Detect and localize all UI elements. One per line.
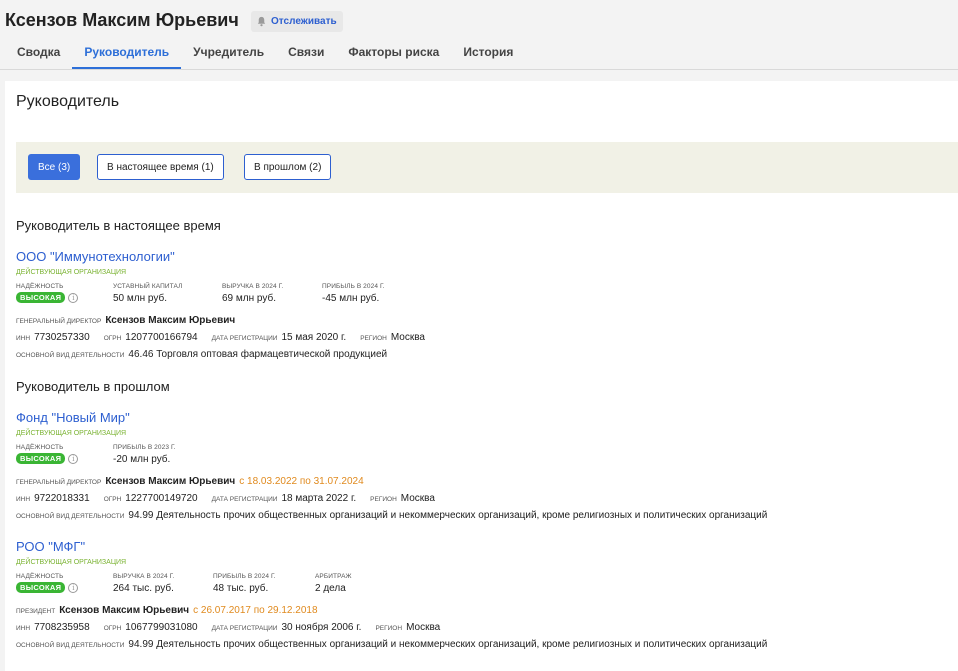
metric: выручка в 2024 г. 264 тыс. руб. xyxy=(113,573,213,597)
metric-value: 69 млн руб. xyxy=(222,293,276,304)
content-card: Руководитель Все (3) В настоящее время (… xyxy=(5,81,958,671)
metric: уставный капитал 50 млн руб. xyxy=(113,283,222,307)
metric-value: 2 дела xyxy=(315,583,346,594)
metric-value: -20 млн руб. xyxy=(113,454,171,465)
reliability-metric: надёжность высокая i xyxy=(16,573,113,597)
activity-value: 94.99 Деятельность прочих общественных о… xyxy=(128,510,768,521)
reliability-badge: высокая xyxy=(16,582,66,593)
metric-label: выручка в 2024 г. xyxy=(113,573,175,580)
activity-row: основной вид деятельности 46.46 Торговля… xyxy=(16,349,388,360)
filter-current-button[interactable]: В настоящее время (1) xyxy=(97,154,224,180)
org-card: Фонд "Новый Мир" действующая организация… xyxy=(16,409,946,521)
page-header: Ксензов Максим Юрьевич Отслеживать Сводк… xyxy=(0,0,958,70)
role-label: президент xyxy=(16,608,56,615)
reliability-badge: высокая xyxy=(16,453,66,464)
tab-bar: Сводка Руководитель Учредитель Связи Фак… xyxy=(5,38,525,69)
metric-value: 264 тыс. руб. xyxy=(113,583,174,594)
role-label: генеральный директор xyxy=(16,479,102,486)
metric: прибыль в 2024 г. 48 тыс. руб. xyxy=(213,573,315,597)
metric-label: уставный капитал xyxy=(113,283,183,290)
org-status: действующая организация xyxy=(16,430,127,437)
director-row: генеральный директор Ксензов Максим Юрье… xyxy=(16,315,946,326)
registry-row: ИНН 9722018331 ОГРН 1227700149720 дата р… xyxy=(16,493,435,504)
metric-value: -45 млн руб. xyxy=(322,293,380,304)
org-name-link[interactable]: Фонд "Новый Мир" xyxy=(16,410,130,425)
activity-value: 46.46 Торговля оптовая фармацевтической … xyxy=(128,349,388,360)
tenure-period: с 18.03.2022 по 31.07.2024 xyxy=(239,476,364,487)
metric-value: 48 тыс. руб. xyxy=(213,583,269,594)
inn-value: 7730257330 xyxy=(34,332,90,343)
activity-value: 94.99 Деятельность прочих общественных о… xyxy=(128,639,768,650)
org-status: действующая организация xyxy=(16,269,127,276)
past-block-title: Руководитель в прошлом xyxy=(16,379,170,394)
org-status: действующая организация xyxy=(16,559,127,566)
reliability-metric: надёжность высокая i xyxy=(16,283,113,307)
inn-value: 7708235958 xyxy=(34,622,90,633)
info-icon[interactable]: i xyxy=(68,453,79,464)
tab-founder[interactable]: Учредитель xyxy=(181,38,276,69)
tab-summary[interactable]: Сводка xyxy=(5,38,72,69)
current-block-title: Руководитель в настоящее время xyxy=(16,218,221,233)
metric: прибыль в 2023 г. -20 млн руб. xyxy=(113,444,222,468)
org-metrics: надёжность высокая i прибыль в 2023 г. -… xyxy=(16,444,946,468)
org-card: РОО "МФГ" действующая организация надёжн… xyxy=(16,538,946,650)
role-label: генеральный директор xyxy=(16,318,102,325)
registry-row: ИНН 7708235958 ОГРН 1067799031080 дата р… xyxy=(16,622,441,633)
metric-value: 50 млн руб. xyxy=(113,293,167,304)
metric-label: надёжность xyxy=(16,573,64,580)
org-name-link[interactable]: РОО "МФГ" xyxy=(16,539,85,554)
metric-label: прибыль в 2023 г. xyxy=(113,444,176,451)
metric-label: прибыль в 2024 г. xyxy=(322,283,385,290)
metric-label: надёжность xyxy=(16,444,64,451)
ogrn-value: 1227700149720 xyxy=(125,493,198,504)
region-value: Москва xyxy=(406,622,441,633)
director-row: президент Ксензов Максим Юрьевич с 26.07… xyxy=(16,605,946,616)
bell-icon xyxy=(257,16,266,27)
director-name: Ксензов Максим Юрьевич xyxy=(105,476,236,487)
tab-links[interactable]: Связи xyxy=(276,38,336,69)
info-icon[interactable]: i xyxy=(68,582,79,593)
metric-label: выручка в 2024 г. xyxy=(222,283,284,290)
reliability-metric: надёжность высокая i xyxy=(16,444,113,468)
filter-all-button[interactable]: Все (3) xyxy=(28,154,81,180)
metric-label: прибыль в 2024 г. xyxy=(213,573,276,580)
follow-button[interactable]: Отслеживать xyxy=(251,11,343,32)
inn-value: 9722018331 xyxy=(34,493,90,504)
metric: прибыль в 2024 г. -45 млн руб. xyxy=(322,283,422,307)
director-name: Ксензов Максим Юрьевич xyxy=(105,315,236,326)
reg-date-value: 15 мая 2020 г. xyxy=(281,332,347,343)
director-name: Ксензов Максим Юрьевич xyxy=(59,605,190,616)
tab-history[interactable]: История xyxy=(451,38,525,69)
org-card: ООО "Иммунотехнологии" действующая орган… xyxy=(16,248,946,360)
reg-date-value: 18 марта 2022 г. xyxy=(281,493,357,504)
person-name: Ксензов Максим Юрьевич xyxy=(5,10,239,30)
org-metrics: надёжность высокая i уставный капитал 50… xyxy=(16,283,946,307)
org-name-link[interactable]: ООО "Иммунотехнологии" xyxy=(16,249,175,264)
region-value: Москва xyxy=(390,332,425,343)
filter-past-button[interactable]: В прошлом (2) xyxy=(244,154,332,180)
metric: выручка в 2024 г. 69 млн руб. xyxy=(222,283,322,307)
registry-row: ИНН 7730257330 ОГРН 1207700166794 дата р… xyxy=(16,332,425,343)
follow-label: Отслеживать xyxy=(271,16,337,27)
section-title: Руководитель xyxy=(16,93,120,110)
ogrn-value: 1207700166794 xyxy=(125,332,198,343)
tab-director[interactable]: Руководитель xyxy=(72,38,182,69)
director-row: генеральный директор Ксензов Максим Юрье… xyxy=(16,476,946,487)
metric: арбитраж 2 дела xyxy=(315,573,415,597)
org-metrics: надёжность высокая i выручка в 2024 г. 2… xyxy=(16,573,946,597)
info-icon[interactable]: i xyxy=(68,292,79,303)
filter-bar: Все (3) В настоящее время (1) В прошлом … xyxy=(16,142,958,193)
activity-row: основной вид деятельности 94.99 Деятельн… xyxy=(16,639,768,650)
activity-row: основной вид деятельности 94.99 Деятельн… xyxy=(16,510,768,521)
region-value: Москва xyxy=(400,493,435,504)
tab-risk-factors[interactable]: Факторы риска xyxy=(336,38,451,69)
tenure-period: с 26.07.2017 по 29.12.2018 xyxy=(193,605,318,616)
reg-date-value: 30 ноября 2006 г. xyxy=(281,622,362,633)
reliability-badge: высокая xyxy=(16,292,66,303)
ogrn-value: 1067799031080 xyxy=(125,622,198,633)
metric-label: арбитраж xyxy=(315,573,352,580)
metric-label: надёжность xyxy=(16,283,64,290)
